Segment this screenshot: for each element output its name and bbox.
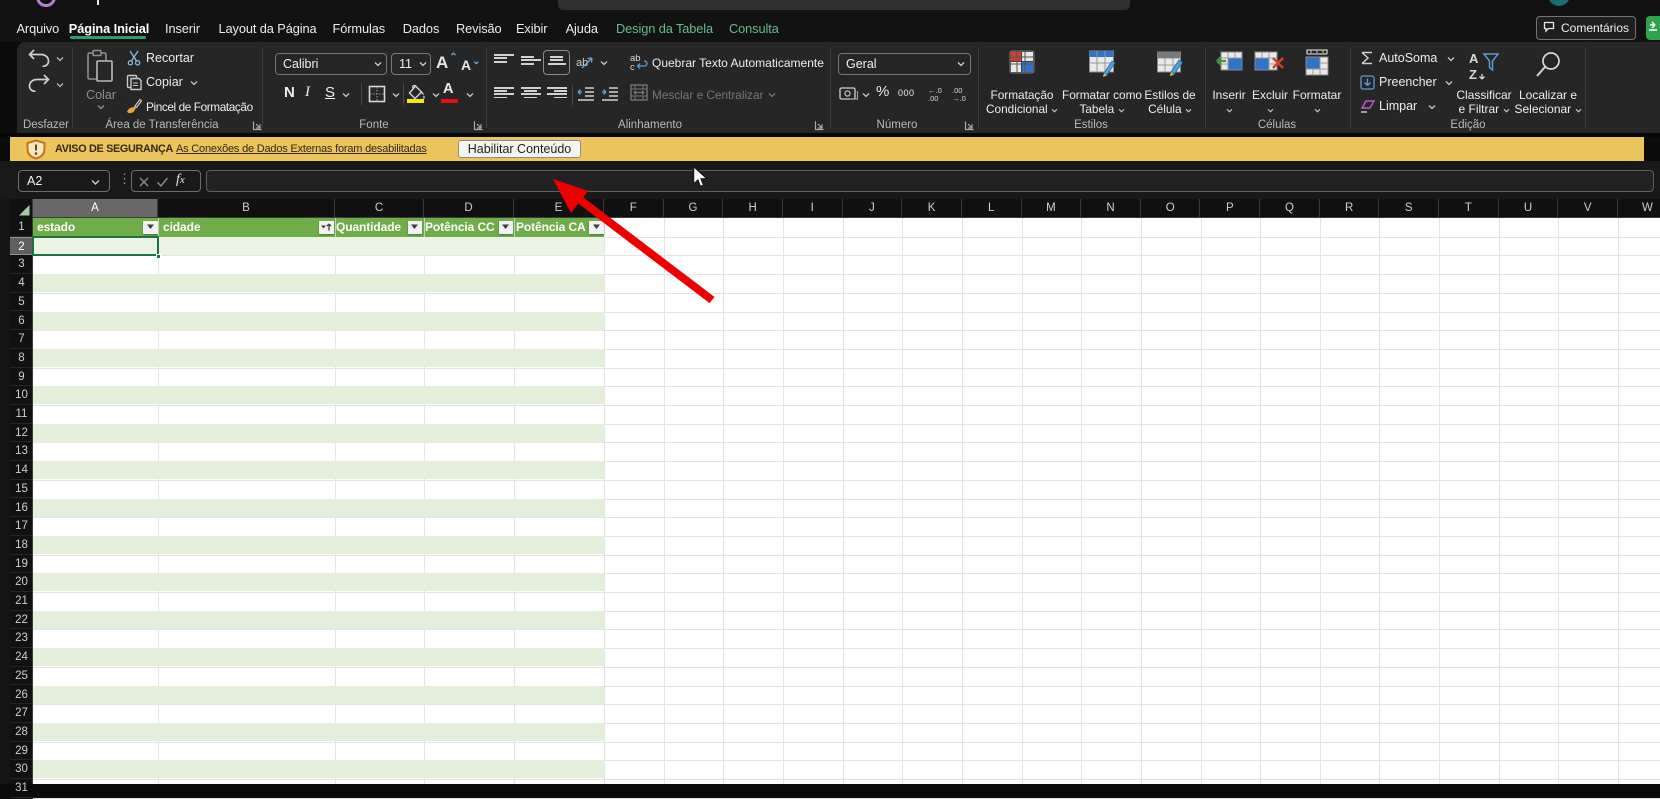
svg-text:→.0: →.0 bbox=[952, 94, 966, 102]
svg-text:Z: Z bbox=[1469, 67, 1477, 82]
svg-text:.00: .00 bbox=[928, 94, 938, 102]
svg-text:c: c bbox=[630, 62, 635, 72]
svg-text:A: A bbox=[1469, 51, 1479, 66]
